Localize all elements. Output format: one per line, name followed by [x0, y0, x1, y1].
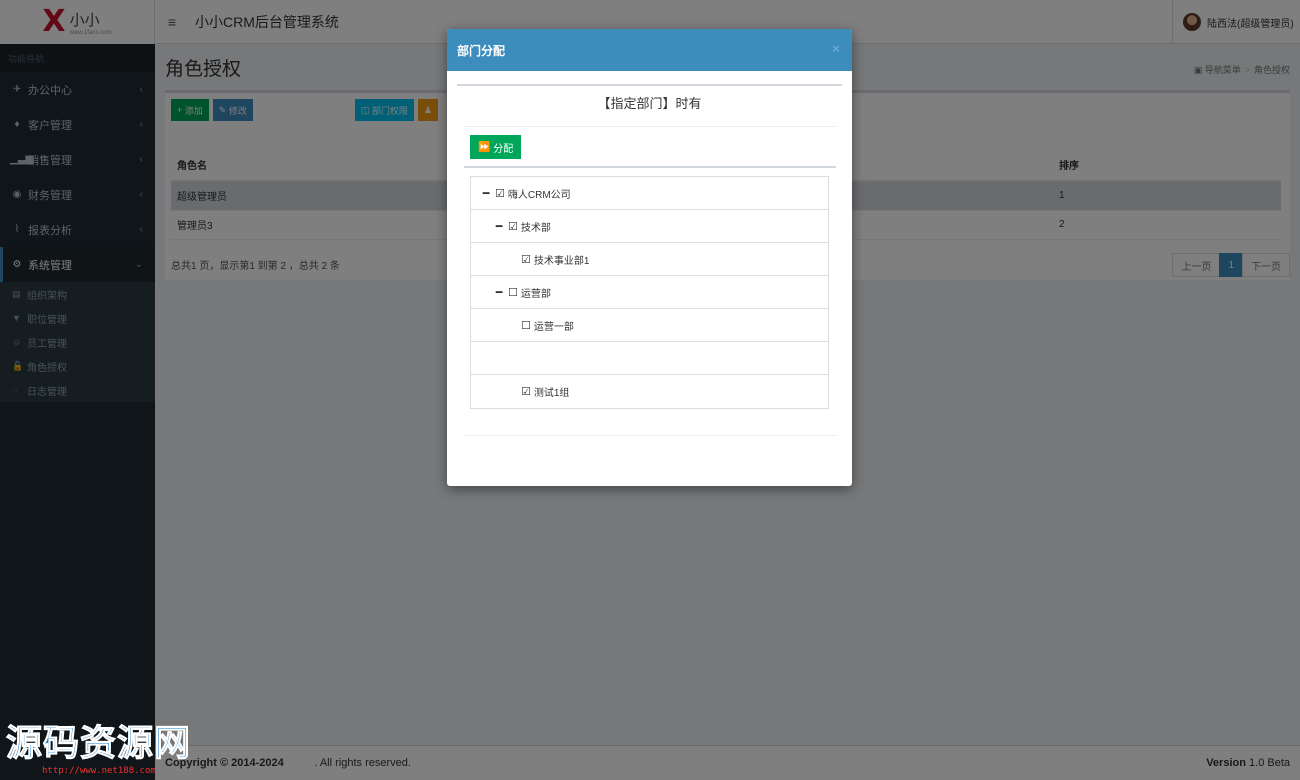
tree-node-label: 运营部 — [520, 288, 551, 300]
dept-panel: 【指定部门】时有 ⏩ 分配 ━ ☑ 嗨人CRM公司 ━ ☑ 技术部 ☑ 技术事业部1 ━ ☐ 运营部… — [457, 84, 842, 456]
tree-node[interactable]: ━ ☑ 技术部 — [471, 210, 828, 243]
watermark: 源码资源网 http://www.net188.com — [5, 714, 192, 777]
panel-title: 【指定部门】时有 — [597, 96, 702, 111]
tree-node[interactable] — [471, 342, 828, 375]
dept-assign-modal: 部门分配 × 【指定部门】时有 ⏩ 分配 ━ ☑ 嗨人CRM公司 ━ ☑ 技术部 ☑ 技术事业… — [447, 29, 852, 486]
tree-node[interactable]: ━ ☐ 运营部 — [471, 276, 828, 309]
assign-button[interactable]: ⏩ 分配 — [470, 135, 522, 159]
tree-node[interactable]: ☐ 运营一部 — [471, 309, 828, 342]
assign-button-label: 分配 — [493, 143, 514, 155]
checkbox-checked-icon[interactable]: ☑ — [508, 220, 518, 233]
close-icon[interactable]: × — [832, 41, 840, 56]
checkbox-checked-icon[interactable]: ☑ — [495, 187, 505, 200]
tree-node[interactable]: ☑ 测试1组 — [471, 375, 828, 408]
checkbox-checked-icon[interactable]: ☑ — [521, 253, 531, 266]
checkbox-checked-icon[interactable]: ☑ — [521, 385, 531, 398]
collapse-icon[interactable]: ━ — [494, 286, 504, 299]
checkbox-unchecked-icon[interactable]: ☐ — [508, 286, 518, 299]
collapse-icon[interactable]: ━ — [494, 220, 504, 233]
modal-header: 部门分配 × — [447, 29, 852, 71]
tree-node[interactable]: ━ ☑ 嗨人CRM公司 — [471, 177, 828, 210]
forward-icon: ⏩ — [478, 141, 491, 153]
collapse-icon[interactable]: ━ — [481, 187, 491, 200]
panel-inner: ⏩ 分配 ━ ☑ 嗨人CRM公司 ━ ☑ 技术部 ☑ 技术事业部1 ━ ☐ 运营部 ☐ 运营一部 ☑ 测试1… — [464, 126, 836, 436]
tree-node-label: 嗨人CRM公司 — [507, 189, 571, 201]
divider — [464, 166, 836, 168]
checkbox-unchecked-icon[interactable]: ☐ — [521, 319, 531, 332]
watermark-url: http://www.net188.com — [42, 766, 156, 776]
tree-node-label: 技术事业部1 — [533, 255, 590, 267]
modal-title: 部门分配 — [457, 43, 506, 58]
watermark-title: 源码资源网 — [5, 723, 192, 765]
tree-node[interactable]: ☑ 技术事业部1 — [471, 243, 828, 276]
tree-node-label: 测试1组 — [533, 388, 570, 399]
department-tree: ━ ☑ 嗨人CRM公司 ━ ☑ 技术部 ☑ 技术事业部1 ━ ☐ 运营部 ☐ 运营一部 ☑ 测试1组 — [470, 176, 829, 409]
tree-node-label: 运营一部 — [533, 321, 574, 333]
tree-node-label: 技术部 — [520, 222, 551, 234]
